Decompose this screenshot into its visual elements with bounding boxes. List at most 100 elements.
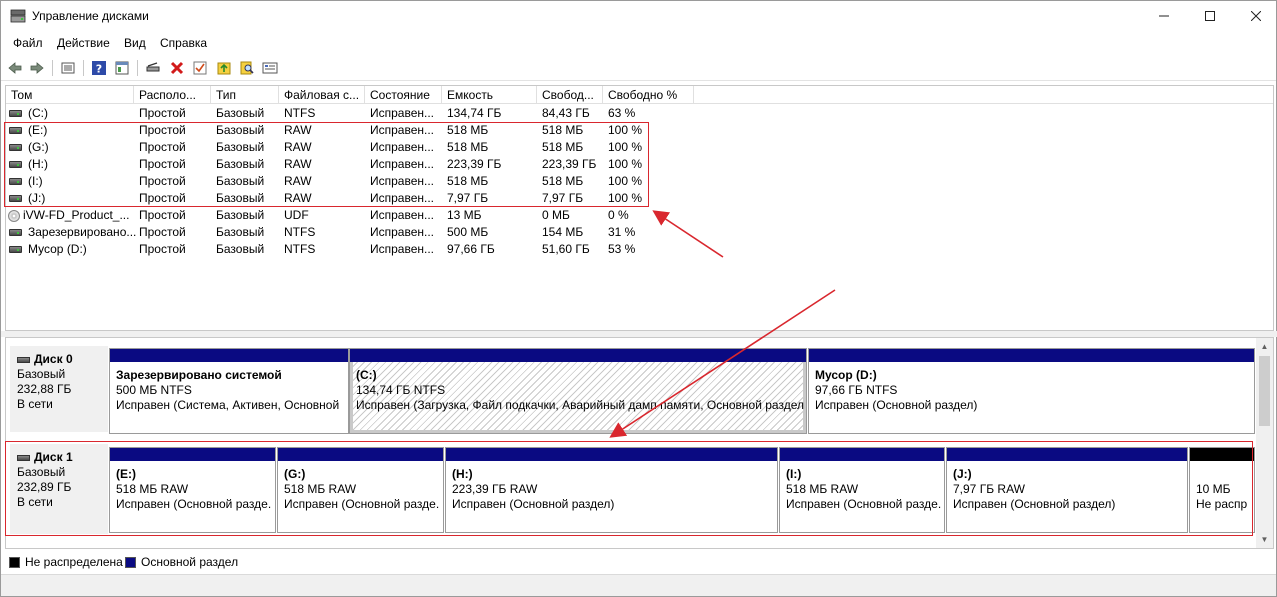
table-cell: Простой — [139, 140, 186, 154]
table-cell: Исправен... — [370, 242, 435, 256]
table-cell: (I:) — [28, 174, 43, 188]
scroll-down-icon[interactable]: ▼ — [1256, 531, 1273, 548]
table-cell: 100 % — [608, 123, 643, 137]
table-cell: Простой — [139, 208, 186, 222]
table-cell: Простой — [139, 106, 186, 120]
forward-button[interactable] — [28, 59, 46, 77]
volume-list-header: Том Располо... Тип Файловая с... Состоян… — [6, 86, 1273, 104]
table-cell: 84,43 ГБ — [542, 106, 590, 120]
disk-title: Диск 1 — [34, 450, 73, 464]
table-cell: RAW — [284, 157, 312, 171]
column-header-capacity[interactable]: Емкость — [442, 86, 537, 104]
partition-status: Исправен (Основной раздел) — [815, 398, 978, 412]
check-button[interactable] — [191, 59, 209, 77]
column-header-filesystem[interactable]: Файловая с... — [279, 86, 365, 104]
disk-1-label[interactable]: Диск 1 Базовый 232,89 ГБ В сети — [10, 444, 108, 534]
table-row[interactable]: Мусор (D:) Простой Базовый NTFS Исправен... 9… — [6, 241, 706, 258]
table-row[interactable]: (E:) Простой Базовый RAW Исправен... 518 МБ 51… — [6, 122, 706, 139]
search-button[interactable] — [238, 59, 256, 77]
table-cell: Простой — [139, 123, 186, 137]
import-button[interactable] — [215, 59, 233, 77]
menu-action[interactable]: Действие — [57, 36, 110, 50]
properties-button[interactable] — [59, 59, 77, 77]
table-cell: Исправен... — [370, 106, 435, 120]
check-icon — [193, 61, 207, 75]
column-header-status[interactable]: Состояние — [365, 86, 442, 104]
partition-i[interactable]: (I:) 518 МБ RAW Исправен (Основной разде… — [779, 447, 945, 533]
volume-list[interactable]: Том Располо... Тип Файловая с... Состоян… — [5, 85, 1274, 331]
table-row[interactable]: (C:) Простой Базовый NTFS Исправен... 134,74 … — [6, 105, 706, 122]
partition-reserved[interactable]: Зарезервировано системой 500 МБ NTFS Исп… — [109, 348, 349, 434]
view-icon — [115, 61, 129, 75]
column-header-free-space[interactable]: Свобод... — [537, 86, 603, 104]
partition-bar — [947, 448, 1187, 461]
partition-status: Исправен (Основной раздел) — [953, 497, 1116, 511]
connect-button[interactable] — [144, 59, 162, 77]
table-row[interactable]: Зарезервировано... Простой Базовый NTFS Испр… — [6, 224, 706, 241]
minimize-button[interactable] — [1141, 1, 1187, 31]
table-cell: 0 МБ — [542, 208, 570, 222]
table-cell: (G:) — [28, 140, 49, 154]
partition-j[interactable]: (J:) 7,97 ГБ RAW Исправен (Основной разд… — [946, 447, 1188, 533]
partition-status: Исправен (Основной разде. — [786, 497, 942, 511]
partition-status: Исправен (Система, Активен, Основной — [116, 398, 340, 412]
partition-size: 7,97 ГБ RAW — [953, 482, 1025, 496]
window-title: Управление дисками — [32, 9, 149, 23]
partition-bar — [809, 349, 1254, 362]
help-button[interactable]: ? — [90, 59, 108, 77]
legend-label-unallocated: Не распределена — [25, 555, 123, 569]
table-cell: (C:) — [28, 106, 48, 120]
partition-unallocated[interactable]: 10 МБ Не распр — [1189, 447, 1255, 533]
disk-graphical-view[interactable]: Диск 0 Базовый 232,88 ГБ В сети Зарезерв… — [5, 337, 1274, 549]
close-button[interactable] — [1233, 1, 1277, 31]
partition-d[interactable]: Мусор (D:) 97,66 ГБ NTFS Исправен (Основ… — [808, 348, 1255, 434]
drive-icon — [9, 178, 22, 185]
partition-bar — [446, 448, 777, 461]
disk-icon — [17, 454, 30, 461]
back-icon — [8, 62, 22, 74]
column-header-free-percent[interactable]: Свободно % — [603, 86, 694, 104]
table-row[interactable]: iVW-FD_Product_... Простой Базовый UDF Испра… — [6, 207, 706, 224]
table-row[interactable]: (H:) Простой Базовый RAW Исправен... 223,39 Г… — [6, 156, 706, 173]
table-cell: Базовый — [216, 157, 265, 171]
table-cell: 31 % — [608, 225, 636, 239]
partition-e[interactable]: (E:) 518 МБ RAW Исправен (Основной разде… — [109, 447, 276, 533]
disk-management-icon — [10, 9, 26, 23]
delete-button[interactable] — [168, 59, 186, 77]
settings-button[interactable] — [261, 59, 279, 77]
table-cell: RAW — [284, 140, 312, 154]
drive-icon — [9, 144, 22, 151]
table-row[interactable]: (G:) Простой Базовый RAW Исправен... 518 МБ 51… — [6, 139, 706, 156]
table-cell: 51,60 ГБ — [542, 242, 590, 256]
table-cell: (E:) — [28, 123, 48, 137]
menu-view[interactable]: Вид — [124, 36, 146, 50]
table-row[interactable]: (I:) Простой Базовый RAW Исправен... 518 МБ 51… — [6, 173, 706, 190]
disk-status: В сети — [17, 397, 53, 411]
maximize-button[interactable] — [1187, 1, 1233, 31]
title-bar[interactable]: Управление дисками — [1, 1, 1276, 31]
table-cell: Простой — [139, 225, 186, 239]
menu-help[interactable]: Справка — [160, 36, 207, 50]
vertical-scrollbar[interactable]: ▲ ▼ — [1256, 338, 1273, 548]
column-header-layout[interactable]: Располо... — [134, 86, 211, 104]
partition-h[interactable]: (H:) 223,39 ГБ RAW Исправен (Основной ра… — [445, 447, 778, 533]
import-icon — [217, 62, 231, 75]
partition-c[interactable]: (C:) 134,74 ГБ NTFS Исправен (Загрузка, … — [349, 348, 807, 434]
disk-title: Диск 0 — [34, 352, 73, 366]
table-cell: NTFS — [284, 106, 316, 120]
view-button[interactable] — [113, 59, 131, 77]
disk-0-label[interactable]: Диск 0 Базовый 232,88 ГБ В сети — [10, 346, 108, 432]
menu-file[interactable]: Файл — [13, 36, 43, 50]
partition-g[interactable]: (G:) 518 МБ RAW Исправен (Основной разде… — [277, 447, 444, 533]
scroll-thumb[interactable] — [1259, 356, 1270, 426]
help-icon: ? — [92, 61, 106, 76]
disk-size: 232,88 ГБ — [17, 382, 72, 396]
partition-size: 10 МБ — [1196, 482, 1231, 496]
back-button[interactable] — [6, 59, 24, 77]
table-cell: 223,39 ГБ — [447, 157, 502, 171]
table-cell: Простой — [139, 157, 186, 171]
column-header-type[interactable]: Тип — [211, 86, 279, 104]
table-row[interactable]: (J:) Простой Базовый RAW Исправен... 7,97 ГБ 7… — [6, 190, 706, 207]
scroll-up-icon[interactable]: ▲ — [1256, 338, 1273, 355]
column-header-volume[interactable]: Том — [6, 86, 134, 104]
